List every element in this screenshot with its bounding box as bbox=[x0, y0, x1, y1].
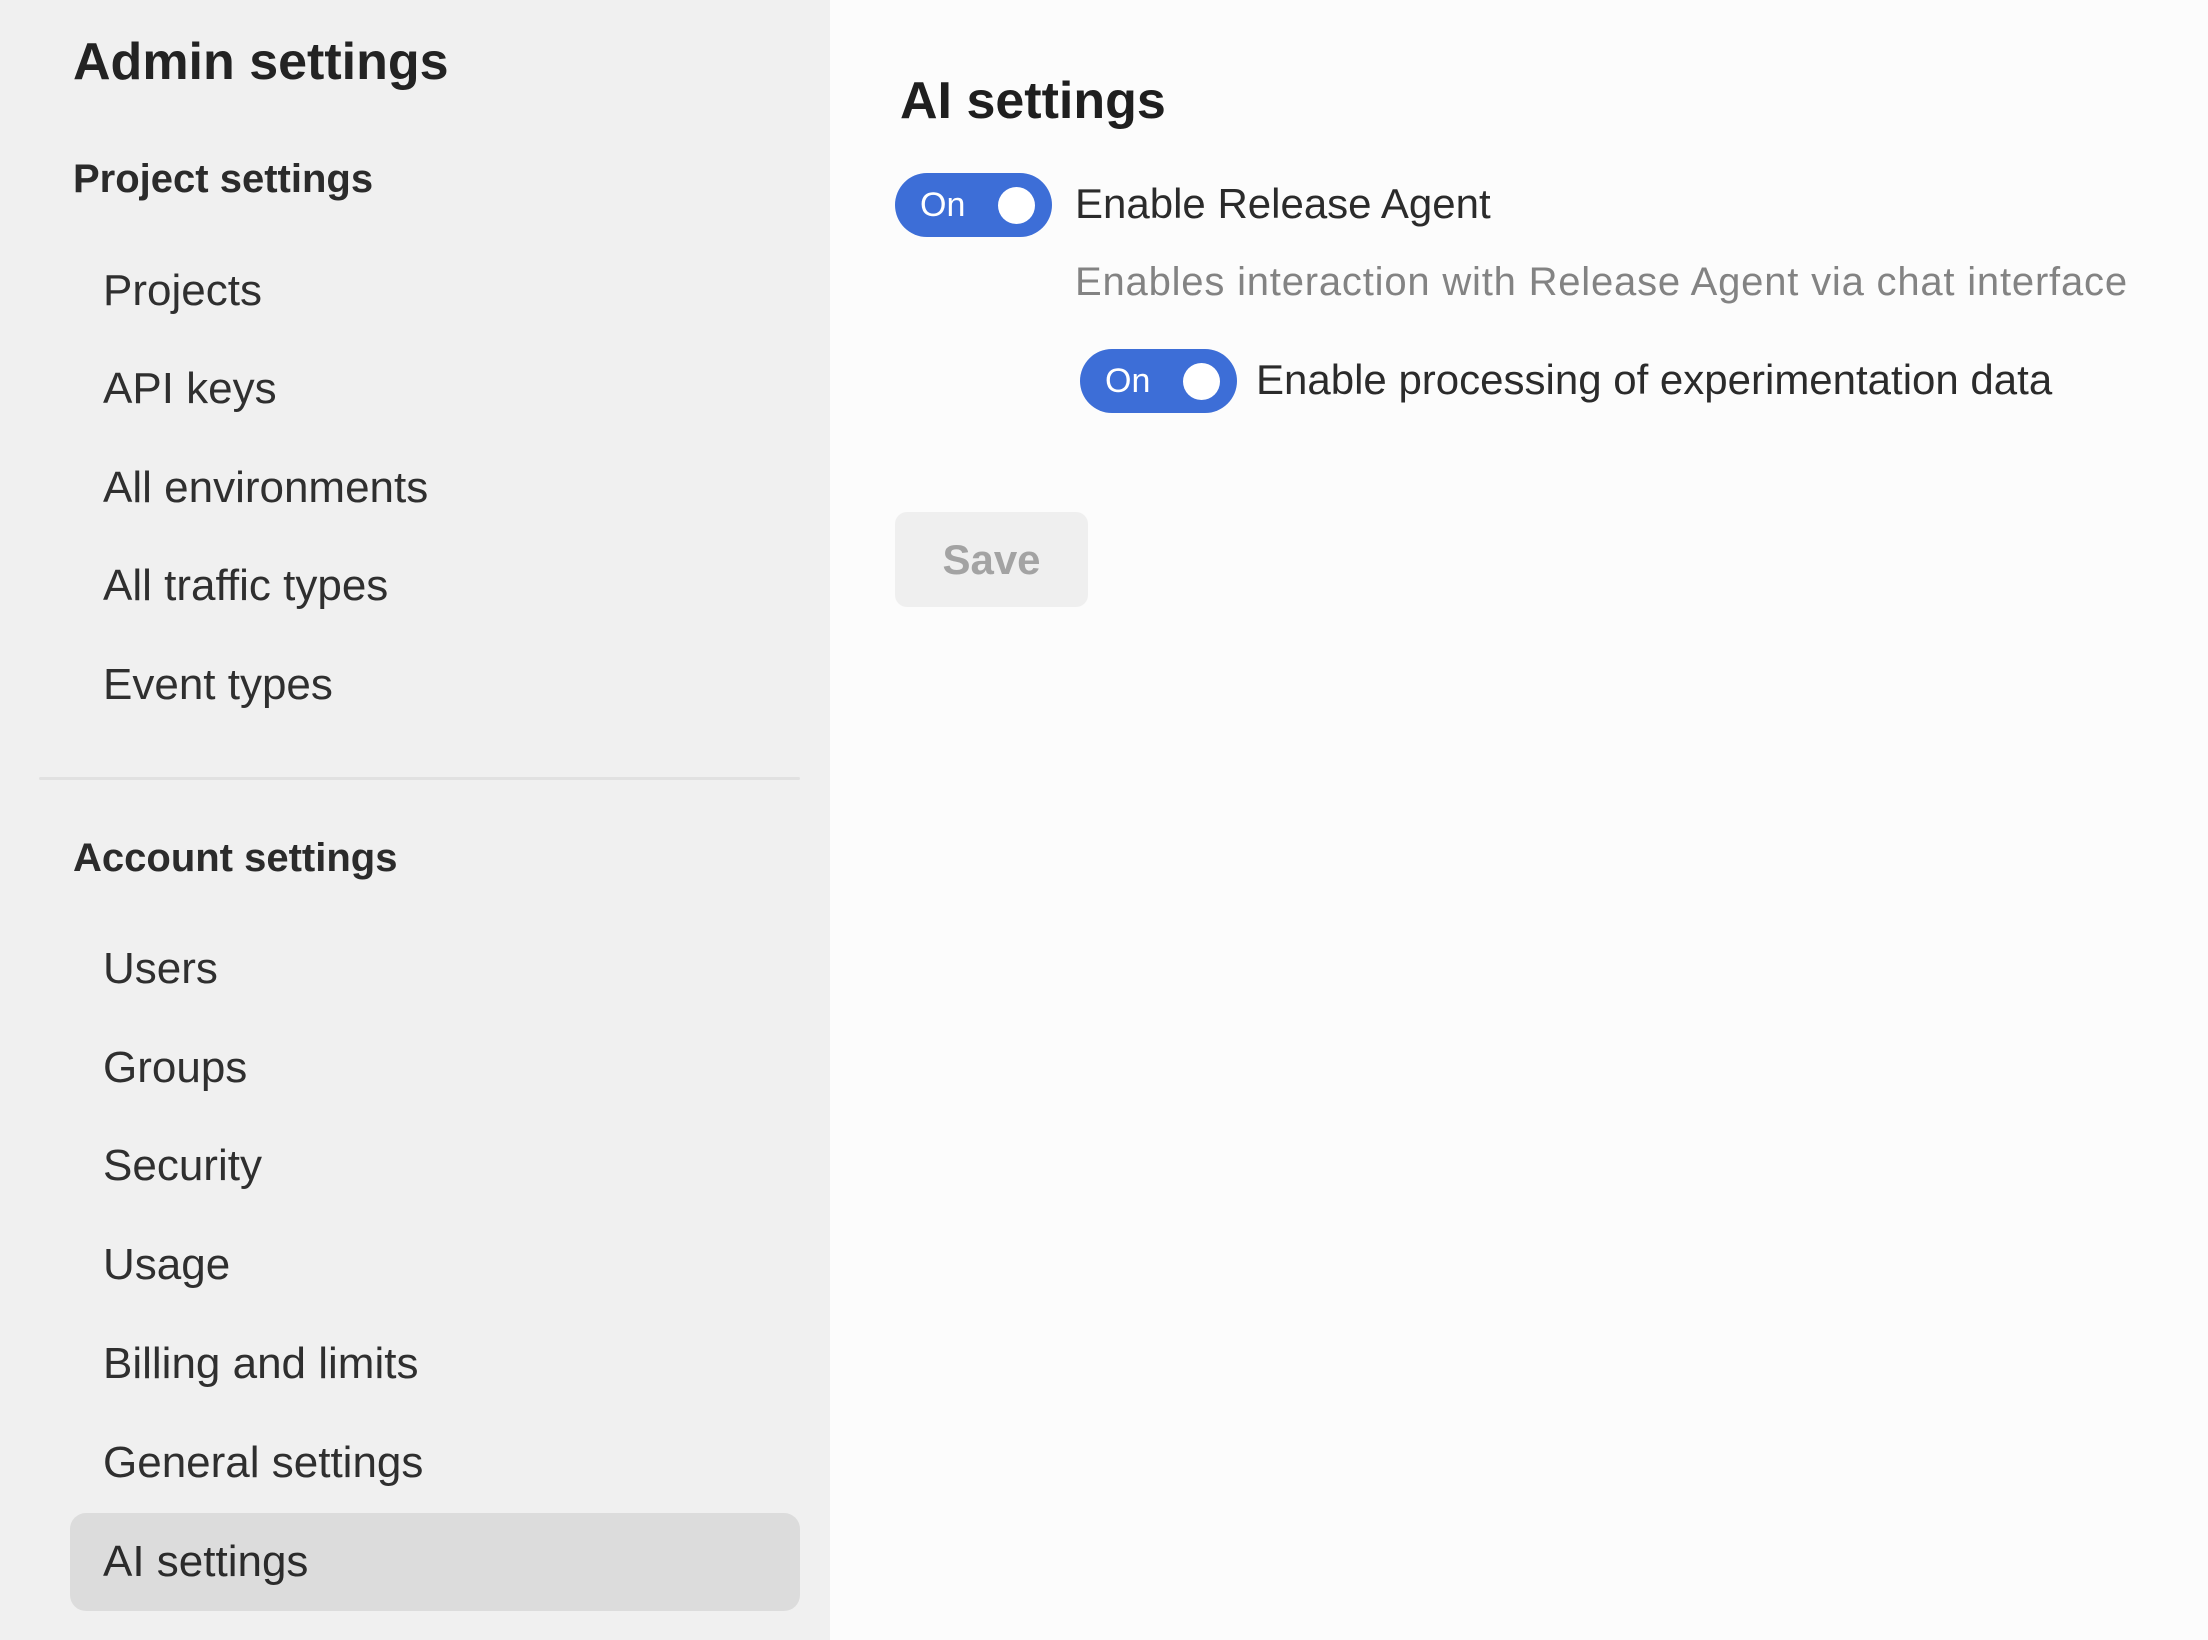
sidebar-title: Admin settings bbox=[73, 34, 449, 90]
toggle-state-label: On bbox=[1105, 364, 1150, 398]
section-header-project-settings: Project settings bbox=[73, 157, 373, 201]
sidebar-item-billing-and-limits[interactable]: Billing and limits bbox=[103, 1340, 418, 1388]
save-button[interactable]: Save bbox=[895, 512, 1088, 607]
sidebar-item-event-types[interactable]: Event types bbox=[103, 661, 333, 709]
sidebar-item-groups[interactable]: Groups bbox=[103, 1044, 247, 1092]
section-header-account-settings: Account settings bbox=[73, 836, 397, 880]
toggle-knob bbox=[1183, 363, 1220, 400]
sidebar-item-api-keys[interactable]: API keys bbox=[103, 365, 277, 413]
sidebar-item-ai-settings[interactable]: AI settings bbox=[70, 1513, 800, 1611]
sidebar-item-users[interactable]: Users bbox=[103, 945, 218, 993]
sidebar-item-security[interactable]: Security bbox=[103, 1142, 262, 1190]
save-button-label: Save bbox=[942, 536, 1040, 584]
sidebar-item-usage[interactable]: Usage bbox=[103, 1241, 230, 1289]
sidebar-item-label: AI settings bbox=[103, 1537, 308, 1587]
toggle-state-label: On bbox=[920, 188, 965, 222]
sidebar-item-general-settings[interactable]: General settings bbox=[103, 1439, 423, 1487]
enable-release-agent-toggle[interactable]: On bbox=[895, 173, 1052, 237]
enable-experimentation-data-label: Enable processing of experimentation dat… bbox=[1256, 358, 2052, 402]
toggle-knob bbox=[998, 187, 1035, 224]
sidebar-item-all-environments[interactable]: All environments bbox=[103, 464, 428, 512]
sidebar-item-all-traffic-types[interactable]: All traffic types bbox=[103, 562, 388, 610]
enable-release-agent-description: Enables interaction with Release Agent v… bbox=[1075, 261, 2128, 303]
page-title: AI settings bbox=[900, 73, 1166, 129]
sidebar-item-projects[interactable]: Projects bbox=[103, 267, 262, 315]
sidebar-section-divider bbox=[39, 777, 800, 780]
admin-settings-sidebar: Admin settings Project settings Projects… bbox=[0, 0, 830, 1640]
enable-experimentation-data-toggle[interactable]: On bbox=[1080, 349, 1237, 413]
enable-release-agent-label: Enable Release Agent bbox=[1075, 182, 1491, 226]
